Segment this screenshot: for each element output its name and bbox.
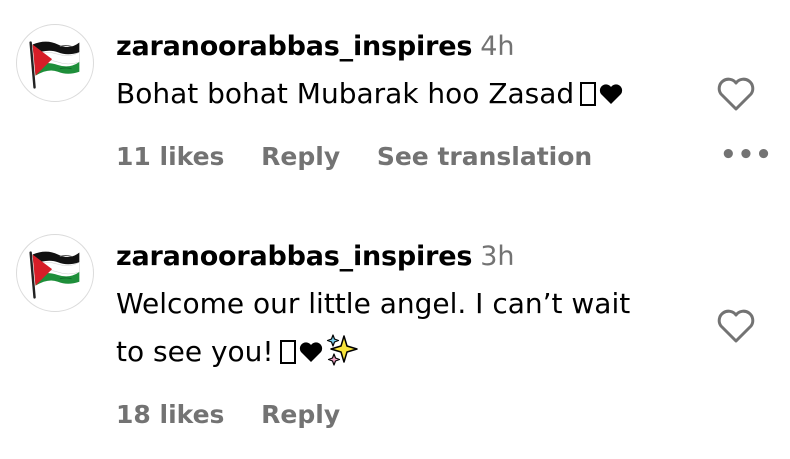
missing-glyph-icon [580, 82, 597, 106]
more-options-icon[interactable]: ••• [720, 140, 773, 170]
black-heart-emoji-icon [598, 73, 624, 121]
likes-count[interactable]: 18 likes [116, 400, 224, 429]
comment-actions: 11 likes Reply See translation ••• [116, 140, 772, 171]
avatar[interactable] [16, 234, 94, 312]
palestine-flag-icon [29, 251, 80, 299]
like-button[interactable] [716, 308, 756, 344]
missing-glyph-icon [279, 340, 296, 364]
comment-text-line-2: to see you! [116, 335, 274, 368]
comment-text: Bohat bohat Mubarak hoo Zasad [116, 70, 696, 121]
likes-count[interactable]: 11 likes [116, 142, 224, 171]
see-translation-button[interactable]: See translation [377, 142, 592, 171]
comment-content: zaranoorabbas_inspires 3h Welcome our lit… [116, 240, 696, 382]
comment-item: zaranoorabbas_inspires 3h Welcome our lit… [0, 210, 790, 459]
comment-actions: 18 likes Reply [116, 400, 368, 429]
avatar[interactable] [16, 24, 94, 102]
username-link[interactable]: zaranoorabbas_inspires [116, 241, 472, 272]
reply-button[interactable]: Reply [261, 400, 340, 429]
comment-content: zaranoorabbas_inspires 4h Bohat bohat Mub… [116, 30, 696, 121]
comment-header: zaranoorabbas_inspires 3h [116, 240, 696, 274]
username-link[interactable]: zaranoorabbas_inspires [116, 31, 472, 62]
reply-button[interactable]: Reply [261, 142, 340, 171]
comment-header: zaranoorabbas_inspires 4h [116, 30, 696, 64]
sparkles-emoji-icon [326, 333, 360, 382]
heart-outline-icon [717, 309, 755, 343]
comment-text: Welcome our little angel. I can’t wait t… [116, 280, 696, 382]
heart-outline-icon [717, 77, 755, 111]
like-button[interactable] [716, 76, 756, 112]
comment-text-content: Bohat bohat Mubarak hoo Zasad [116, 77, 575, 110]
comment-text-line-1: Welcome our little angel. I can’t wait [116, 287, 631, 320]
timestamp[interactable]: 4h [480, 31, 514, 62]
palestine-flag-icon [29, 41, 80, 89]
comment-item: zaranoorabbas_inspires 4h Bohat bohat Mub… [0, 0, 790, 200]
timestamp[interactable]: 3h [480, 241, 514, 272]
black-heart-emoji-icon [298, 331, 324, 379]
